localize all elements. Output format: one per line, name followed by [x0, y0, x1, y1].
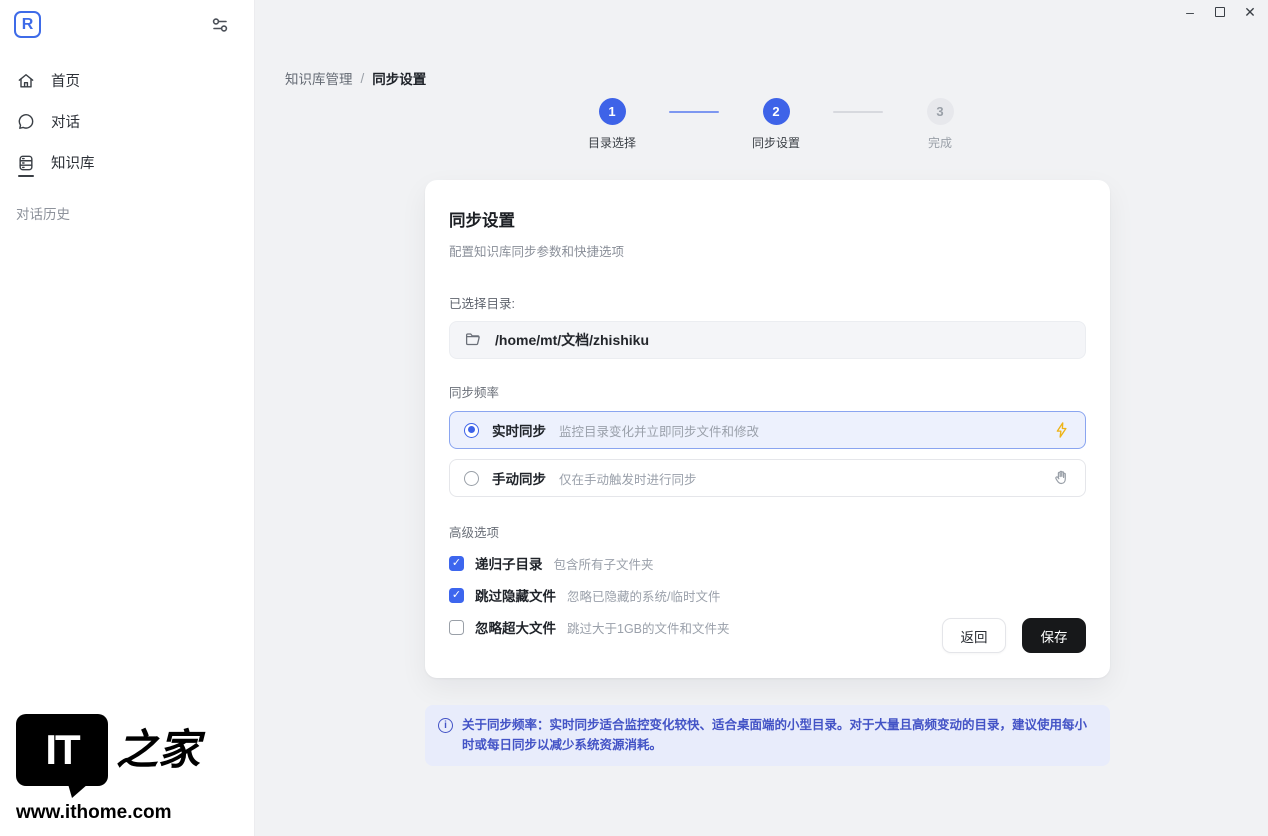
hand-icon [1053, 469, 1071, 487]
sync-frequency-note: i 关于同步频率：实时同步适合监控变化较快、适合桌面端的小型目录。对于大量且高频… [425, 705, 1110, 766]
step-number: 1 [599, 98, 626, 125]
breadcrumb-current: 同步设置 [372, 68, 426, 88]
step-connector-pending [833, 111, 883, 113]
step-directory-select[interactable]: 1 目录选择 [560, 98, 664, 151]
option-manual-sync[interactable]: 手动同步 仅在手动触发时进行同步 [449, 459, 1086, 497]
selected-directory-field[interactable]: /home/mt/文档/zhishiku [449, 321, 1086, 359]
checkbox-checked-icon: ✓ [449, 588, 464, 603]
step-sync-settings[interactable]: 2 同步设置 [724, 98, 828, 151]
minimize-button[interactable]: – [1180, 2, 1200, 22]
chat-icon [16, 112, 36, 132]
sidebar-nav: 首页 对话 知识库 [0, 60, 254, 183]
checkbox-description: 跳过大于1GB的文件和文件夹 [567, 618, 730, 637]
step-number: 3 [927, 98, 954, 125]
sidebar-header: R [0, 0, 254, 38]
checkbox-label: 递归子目录 [475, 553, 543, 573]
checkbox-unchecked-icon [449, 620, 464, 635]
save-button[interactable]: 保存 [1022, 618, 1086, 653]
close-button[interactable]: ✕ [1240, 2, 1260, 22]
step-label: 同步设置 [752, 134, 800, 151]
ithome-brand-cn: 之家 [116, 714, 200, 786]
settings-sliders-icon[interactable] [210, 15, 230, 35]
close-icon: ✕ [1244, 4, 1256, 21]
radio-unselected-icon [464, 471, 479, 486]
checkmark-glyph: ✓ [452, 590, 461, 601]
option-title: 实时同步 [492, 420, 546, 440]
frequency-label: 同步频率 [449, 382, 1086, 401]
checkbox-skip-hidden-files[interactable]: ✓ 跳过隐藏文件 忽略已隐藏的系统/临时文件 [449, 585, 1086, 605]
directory-path: /home/mt/文档/zhishiku [495, 330, 649, 350]
sidebar: R 首页 对话 [0, 0, 255, 836]
option-description: 监控目录变化并立即同步文件和修改 [559, 421, 759, 440]
checkbox-label: 跳过隐藏文件 [475, 585, 556, 605]
sync-settings-card: 同步设置 配置知识库同步参数和快捷选项 已选择目录: /home/mt/文档/z… [425, 180, 1110, 678]
sidebar-item-label: 首页 [51, 70, 80, 91]
maximize-icon [1215, 7, 1225, 17]
info-glyph: i [444, 720, 447, 731]
ithome-logo: IT 之家 [16, 714, 200, 786]
back-button[interactable]: 返回 [942, 618, 1006, 653]
checkbox-label: 忽略超大文件 [475, 617, 556, 637]
database-icon [16, 153, 36, 173]
advanced-options-label: 高级选项 [449, 522, 1086, 541]
step-complete[interactable]: 3 完成 [888, 98, 992, 151]
option-title: 手动同步 [492, 468, 546, 488]
sidebar-item-home[interactable]: 首页 [0, 60, 254, 101]
checkbox-checked-icon: ✓ [449, 556, 464, 571]
ithome-badge-icon: IT [16, 714, 108, 786]
folder-icon [464, 331, 482, 349]
ithome-url: www.ithome.com [16, 802, 200, 824]
step-connector-done [669, 111, 719, 113]
lightning-icon [1053, 421, 1071, 439]
sidebar-item-chat[interactable]: 对话 [0, 101, 254, 142]
option-description: 仅在手动触发时进行同步 [559, 469, 697, 488]
directory-label: 已选择目录: [449, 293, 1086, 312]
info-icon: i [438, 718, 453, 733]
wizard-stepper: 1 目录选择 2 同步设置 3 完成 [560, 98, 992, 151]
minimize-icon: – [1186, 4, 1194, 20]
ithome-watermark: IT 之家 www.ithome.com [16, 714, 200, 824]
card-actions: 返回 保存 [942, 618, 1086, 653]
sidebar-item-label: 知识库 [51, 152, 95, 173]
sidebar-item-label: 对话 [51, 111, 80, 132]
checkmark-glyph: ✓ [452, 558, 461, 569]
option-realtime-sync[interactable]: 实时同步 监控目录变化并立即同步文件和修改 [449, 411, 1086, 449]
checkbox-description: 包含所有子文件夹 [554, 554, 654, 573]
breadcrumb-parent[interactable]: 知识库管理 [285, 68, 353, 88]
window-controls: – ✕ [1180, 2, 1260, 22]
step-label: 完成 [928, 134, 952, 151]
breadcrumb-separator: / [361, 71, 365, 86]
home-icon [16, 71, 36, 91]
maximize-button[interactable] [1210, 2, 1230, 22]
checkbox-recursive-subdirs[interactable]: ✓ 递归子目录 包含所有子文件夹 [449, 553, 1086, 573]
ithome-badge-text: IT [45, 726, 78, 774]
card-title: 同步设置 [449, 207, 1086, 231]
radio-selected-icon [464, 423, 479, 438]
app-logo-icon: R [14, 11, 41, 38]
breadcrumb: 知识库管理 / 同步设置 [285, 68, 426, 88]
checkbox-description: 忽略已隐藏的系统/临时文件 [567, 586, 720, 605]
sidebar-item-knowledge-base[interactable]: 知识库 [0, 142, 254, 183]
card-subtitle: 配置知识库同步参数和快捷选项 [449, 241, 1086, 260]
step-number: 2 [763, 98, 790, 125]
chat-history-label: 对话历史 [16, 203, 238, 223]
note-text: 关于同步频率：实时同步适合监控变化较快、适合桌面端的小型目录。对于大量且高频变动… [462, 715, 1092, 755]
step-label: 目录选择 [588, 134, 636, 151]
app-logo-letter: R [22, 16, 34, 34]
